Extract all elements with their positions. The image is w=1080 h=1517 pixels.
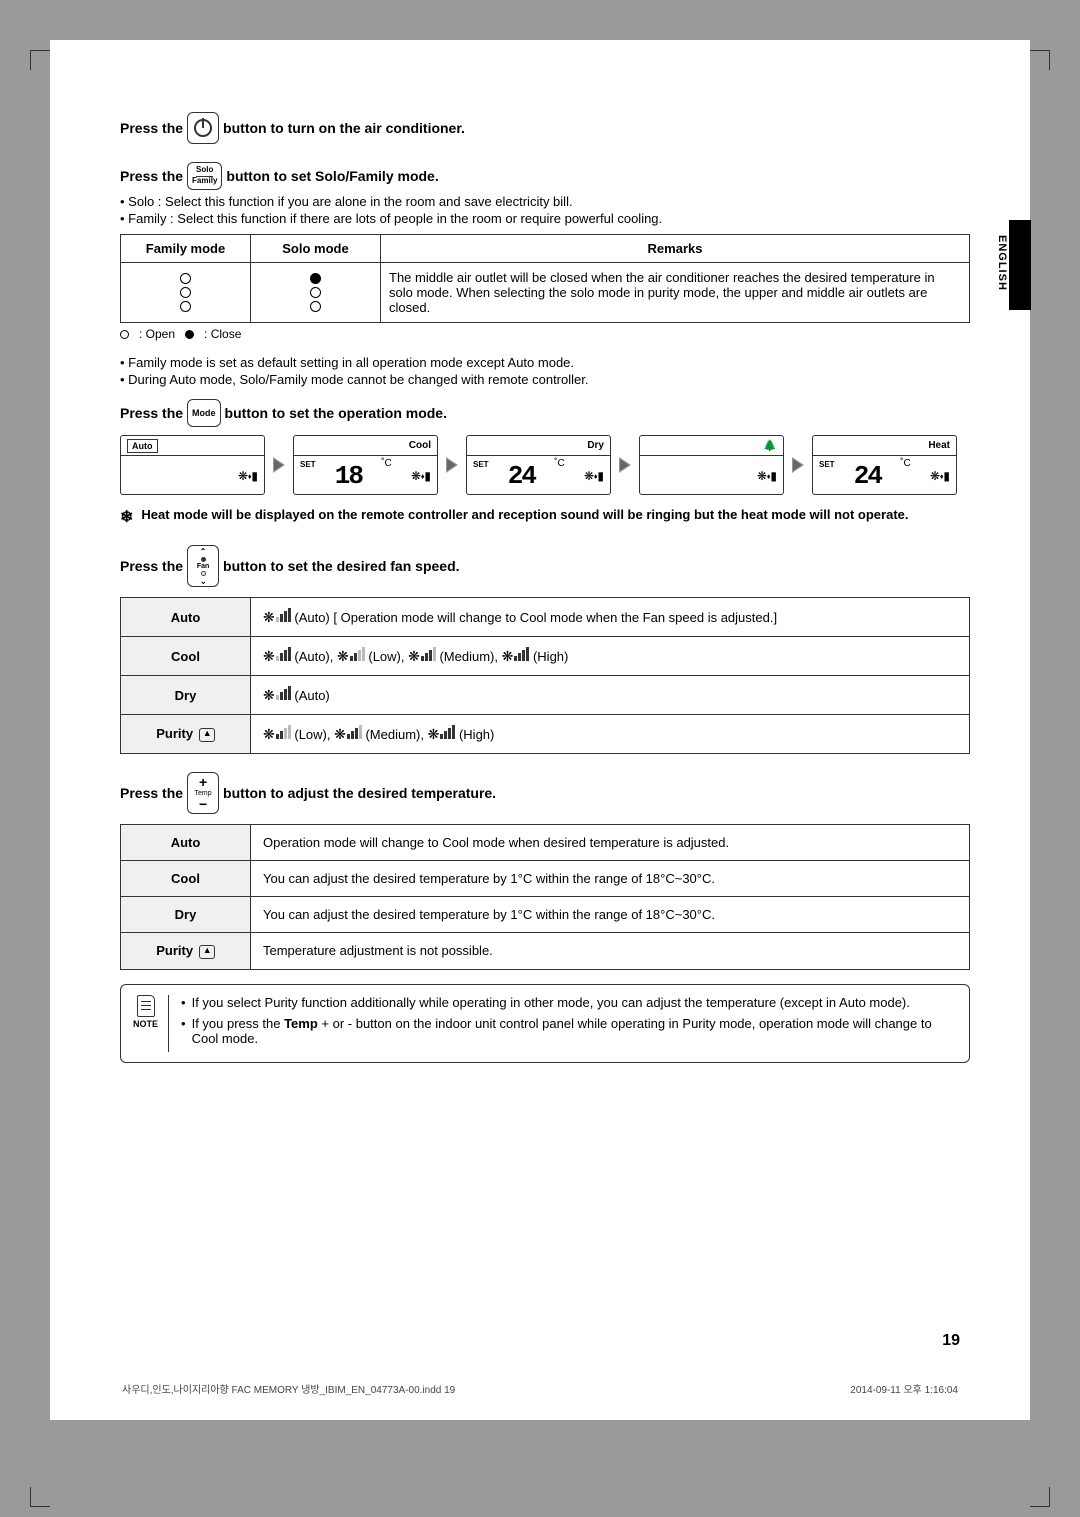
row-head: Purity <box>121 715 251 754</box>
row-data: ❋ (Auto) <box>251 676 970 715</box>
note-item: If you select Purity function additional… <box>181 995 957 1010</box>
lcd-auto: Auto ❋⬪▮ <box>120 435 265 495</box>
row-head: Auto <box>121 825 251 861</box>
language-label: ENGLISH <box>996 235 1008 291</box>
row-head: Cool <box>121 861 251 897</box>
row-head: Auto <box>121 598 251 637</box>
text: button to turn on the air conditioner. <box>223 120 465 136</box>
power-button-icon <box>187 112 219 144</box>
note-box: NOTE If you select Purity function addit… <box>120 984 970 1063</box>
text: button to set the desired fan speed. <box>223 558 459 574</box>
purity-icon <box>199 728 215 742</box>
mode-table: Family mode Solo mode Remarks The middle… <box>120 234 970 323</box>
row-data: ❋ (Auto) [ Operation mode will change to… <box>251 598 970 637</box>
note-label: NOTE <box>133 1019 158 1029</box>
open-circle-icon <box>120 330 129 339</box>
th-remarks: Remarks <box>381 235 970 263</box>
instruction-power: Press the button to turn on the air cond… <box>120 112 970 144</box>
text: Press the <box>120 785 183 801</box>
instruction-solo-family: Press the Solo Family button to set Solo… <box>120 162 970 190</box>
arrow-icon <box>446 457 458 473</box>
legend: : Open : Close <box>120 327 970 341</box>
closed-circle-icon <box>185 330 194 339</box>
row-data: You can adjust the desired temperature b… <box>251 897 970 933</box>
lcd-heat: Heat SET24˚C❋⬪▮ <box>812 435 957 495</box>
fan-button-icon: ⌃ Fan ⌃ <box>187 545 219 587</box>
note-icon-column: NOTE <box>133 995 169 1052</box>
lcd-dry: Dry SET24˚C❋⬪▮ <box>466 435 611 495</box>
arrow-icon <box>619 457 631 473</box>
solo-family-button-icon: Solo Family <box>187 162 222 190</box>
bullet: • During Auto mode, Solo/Family mode can… <box>120 372 970 387</box>
text: button to set the operation mode. <box>225 405 447 421</box>
row-data: ❋ (Low), ❋ (Medium), ❋ (High) <box>251 715 970 754</box>
footer-left: 사우디,인도,나이지리아향 FAC MEMORY 냉방_IBIM_EN_0477… <box>122 1381 455 1396</box>
arrow-icon <box>273 457 285 473</box>
instruction-temp: Press the +Temp− button to adjust the de… <box>120 772 970 814</box>
instruction-mode: Press the Mode button to set the operati… <box>120 399 970 427</box>
purity-icon <box>199 945 215 959</box>
fan-speed-table: Auto ❋ (Auto) [ Operation mode will chan… <box>120 597 970 754</box>
text: Press the <box>120 168 183 184</box>
fan-icon: ❋⬪▮ <box>238 469 258 484</box>
note-list: If you select Purity function additional… <box>181 995 957 1052</box>
th-solo: Solo mode <box>251 235 381 263</box>
instruction-fan: Press the ⌃ Fan ⌃ button to set the desi… <box>120 545 970 587</box>
page-number: 19 <box>942 1332 960 1350</box>
row-head: Purity <box>121 933 251 970</box>
footer-right: 2014-09-11 오후 1:16:04 <box>850 1381 958 1396</box>
asterisk-icon: ❄ <box>120 507 133 527</box>
note-item: If you press the Temp + or - button on t… <box>181 1016 957 1046</box>
lcd-cool: Cool SET18˚C❋⬪▮ <box>293 435 438 495</box>
row-head: Dry <box>121 676 251 715</box>
tree-icon: 🌲 <box>763 439 777 452</box>
text: button to adjust the desired temperature… <box>223 785 496 801</box>
row-data: You can adjust the desired temperature b… <box>251 861 970 897</box>
text: Press the <box>120 405 183 421</box>
family-outlets <box>121 263 251 323</box>
arrow-icon <box>792 457 804 473</box>
side-tab <box>1009 220 1031 310</box>
row-head: Cool <box>121 637 251 676</box>
mode-notes: • Family mode is set as default setting … <box>120 355 970 387</box>
bullet: • Family mode is set as default setting … <box>120 355 970 370</box>
mode-displays: Auto ❋⬪▮ Cool SET18˚C❋⬪▮ Dry SET24˚C❋⬪▮ … <box>120 435 970 495</box>
text: Press the <box>120 558 183 574</box>
row-data: Temperature adjustment is not possible. <box>251 933 970 970</box>
text: button to set Solo/Family mode. <box>226 168 438 184</box>
temp-button-icon: +Temp− <box>187 772 219 814</box>
row-head: Dry <box>121 897 251 933</box>
row-data: Operation mode will change to Cool mode … <box>251 825 970 861</box>
note-icon <box>137 995 155 1017</box>
solo-outlets <box>251 263 381 323</box>
mode-button-icon: Mode <box>187 399 221 427</box>
remarks-cell: The middle air outlet will be closed whe… <box>381 263 970 323</box>
bullet: • Family : Select this function if there… <box>120 211 970 226</box>
footer: 사우디,인도,나이지리아향 FAC MEMORY 냉방_IBIM_EN_0477… <box>122 1381 958 1396</box>
heat-mode-note: ❄ Heat mode will be displayed on the rem… <box>120 507 970 527</box>
th-family: Family mode <box>121 235 251 263</box>
text: Press the <box>120 120 183 136</box>
page: ENGLISH Press the button to turn on the … <box>50 40 1030 1420</box>
solo-family-bullets: • Solo : Select this function if you are… <box>120 194 970 226</box>
lcd-purity: 🌲 ❋⬪▮ <box>639 435 784 495</box>
bullet: • Solo : Select this function if you are… <box>120 194 970 209</box>
temp-table: AutoOperation mode will change to Cool m… <box>120 824 970 970</box>
row-data: ❋ (Auto), ❋ (Low), ❋ (Medium), ❋ (High) <box>251 637 970 676</box>
